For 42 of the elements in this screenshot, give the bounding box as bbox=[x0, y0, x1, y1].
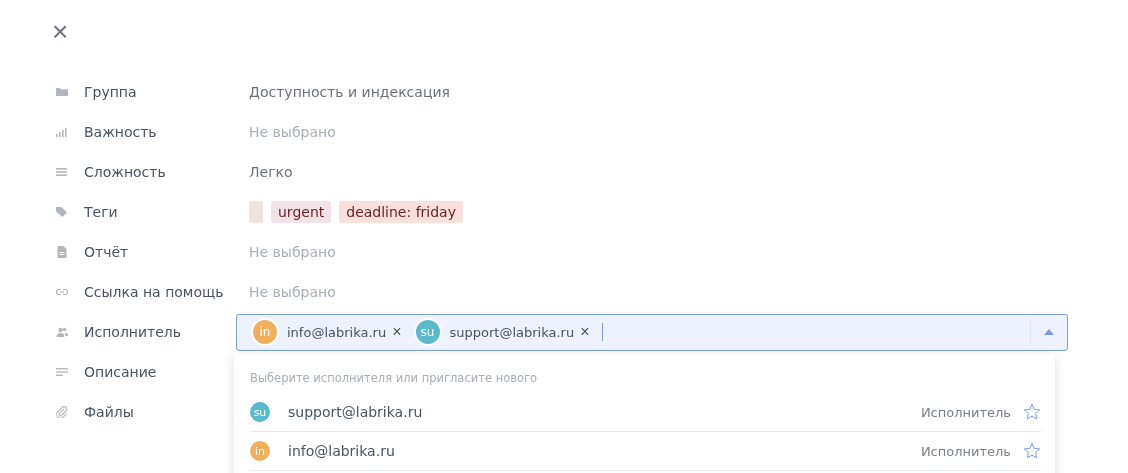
avatar: in bbox=[251, 318, 279, 346]
option-role: Исполнитель bbox=[920, 443, 1011, 459]
avatar: su bbox=[413, 318, 442, 346]
field-label: Описание bbox=[84, 364, 158, 380]
link-icon bbox=[56, 286, 68, 298]
assignee-email: info@labrika.ru bbox=[287, 324, 387, 340]
option-role: Исполнитель bbox=[920, 404, 1011, 420]
document-icon bbox=[56, 246, 68, 258]
field-value[interactable]: Доступность и индексация bbox=[249, 84, 450, 100]
field-label: Отчёт bbox=[84, 244, 130, 260]
tag[interactable]: deadline: friday bbox=[339, 201, 463, 223]
dropdown-hint: Выберите исполнителя или пригласите нового bbox=[250, 370, 539, 387]
tag-icon bbox=[56, 206, 68, 218]
assignee-option[interactable]: in info@labrika.ru Исполнитель bbox=[250, 432, 1041, 471]
remove-button[interactable]: × bbox=[386, 323, 402, 341]
avatar: in bbox=[250, 441, 270, 461]
field-label: Важность bbox=[84, 124, 158, 140]
close-button[interactable]: × bbox=[52, 18, 69, 46]
option-email: support@labrika.ru bbox=[288, 404, 424, 420]
avatar: su bbox=[250, 402, 270, 422]
caret-icon[interactable] bbox=[1044, 329, 1054, 335]
star-icon[interactable] bbox=[1023, 403, 1041, 421]
lines-icon bbox=[56, 166, 68, 178]
field-label: Файлы bbox=[84, 404, 135, 420]
option-email: info@labrika.ru bbox=[288, 443, 396, 459]
field-label: Теги bbox=[84, 204, 119, 220]
assignee-field[interactable]: in info@labrika.ru × su support@labrika.ru × bbox=[236, 313, 1068, 351]
field-label: Группа bbox=[84, 84, 138, 100]
star-icon[interactable] bbox=[1023, 442, 1041, 460]
field-label: Исполнитель bbox=[84, 324, 183, 340]
tag[interactable]: urgent bbox=[271, 201, 332, 223]
remove-button[interactable]: × bbox=[574, 323, 590, 341]
folder-icon bbox=[56, 86, 68, 98]
people-icon bbox=[56, 326, 68, 338]
paperclip-icon bbox=[56, 406, 68, 418]
field-label: Ссылка на помощь bbox=[84, 284, 225, 300]
assignee-email: support@labrika.ru bbox=[449, 324, 575, 340]
field-value[interactable]: Легко bbox=[249, 164, 293, 180]
assignee-option[interactable]: su support@labrika.ru Исполнитель bbox=[250, 393, 1041, 432]
field-label: Сложность bbox=[84, 164, 167, 180]
text-lines-icon bbox=[56, 366, 68, 378]
bars-icon bbox=[56, 126, 68, 138]
